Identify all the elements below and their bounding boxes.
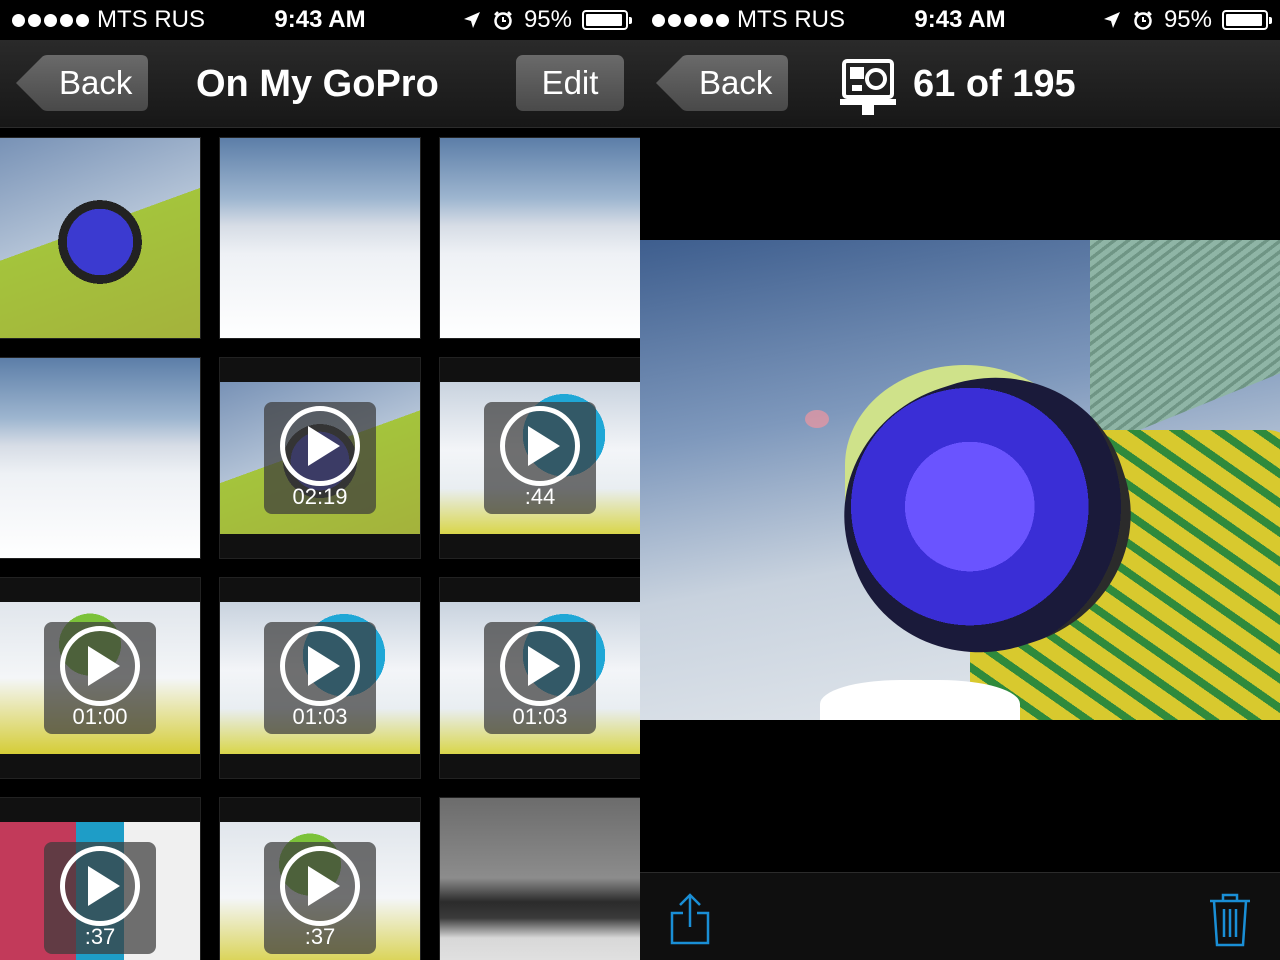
back-button-label: Back [59, 64, 133, 101]
edit-button[interactable]: Edit [516, 55, 624, 111]
play-badge: 01:00 [44, 622, 156, 734]
play-badge: 01:03 [264, 622, 376, 734]
bottom-toolbar [640, 872, 1280, 960]
lens-flare [805, 410, 829, 428]
photo-counter: 61 of 195 [913, 63, 1076, 105]
back-button[interactable]: Back [656, 55, 788, 111]
video-duration: 01:00 [72, 704, 128, 729]
navigation-bar: Back On My GoPro Edit [0, 40, 640, 128]
battery-icon [582, 10, 632, 30]
alarm-clock-icon [1134, 11, 1152, 30]
photo-thumbnail-image [0, 358, 200, 558]
play-icon [280, 406, 360, 486]
share-icon[interactable] [668, 891, 712, 947]
battery-percent: 95% [1163, 6, 1212, 33]
video-duration: :37 [84, 924, 116, 949]
trash-icon[interactable] [1208, 891, 1252, 947]
play-badge: :44 [484, 402, 596, 514]
navigation-bar: Back 61 of 195 [640, 40, 1280, 128]
play-icon [280, 626, 360, 706]
building-roof [1090, 240, 1280, 450]
play-badge: :37 [44, 842, 156, 954]
play-icon [500, 406, 580, 486]
carrier-name: MTS RUS [737, 6, 845, 33]
video-thumbnail[interactable]: 02:19 [219, 357, 421, 559]
video-thumbnail[interactable]: :44 [439, 357, 640, 559]
status-bar: MTS RUS 9:43 AM 95% [640, 0, 1280, 40]
alarm-clock-icon [494, 11, 512, 30]
battery-icon [1222, 10, 1272, 30]
snow-ground [820, 680, 1020, 720]
gopro-camera-icon [840, 59, 896, 115]
signal-strength-icon [12, 13, 89, 27]
media-thumbnail[interactable] [439, 137, 640, 339]
photo-thumbnail-image [0, 138, 200, 338]
video-thumbnail[interactable]: 01:00 [0, 577, 201, 779]
video-thumbnail[interactable]: :37 [0, 797, 201, 960]
play-icon [60, 846, 140, 926]
play-badge: :37 [264, 842, 376, 954]
media-thumbnail[interactable] [219, 137, 421, 339]
play-icon [500, 626, 580, 706]
media-grid: 02:19 :44 01:00 01:03 01:03:37:37 [0, 137, 640, 960]
video-duration: 01:03 [512, 704, 568, 729]
video-duration: :37 [304, 924, 336, 949]
video-duration: 01:03 [292, 704, 348, 729]
status-bar: MTS RUS 9:43 AM 95% [0, 0, 640, 40]
video-thumbnail[interactable]: 01:03 [219, 577, 421, 779]
gopro-library-screen: MTS RUS 9:43 AM 95% Back On My GoPro Edi… [0, 0, 640, 960]
back-button-label: Back [699, 64, 773, 101]
photo-thumbnail-image [440, 798, 640, 960]
video-duration: 02:19 [292, 484, 348, 509]
media-thumbnail[interactable] [0, 357, 201, 559]
play-badge: 02:19 [264, 402, 376, 514]
play-badge: 01:03 [484, 622, 596, 734]
back-button[interactable]: Back [16, 55, 148, 111]
photo-thumbnail-image [220, 138, 420, 338]
location-arrow-icon [463, 12, 480, 28]
photo-viewer-screen: MTS RUS 9:43 AM 95% Back 61 of 195 [640, 0, 1280, 960]
battery-percent: 95% [523, 6, 572, 33]
location-arrow-icon [1103, 12, 1120, 28]
play-icon [280, 846, 360, 926]
media-thumbnail[interactable] [0, 137, 201, 339]
play-icon [60, 626, 140, 706]
photo-thumbnail-image [440, 138, 640, 338]
photo-preview[interactable] [640, 240, 1280, 720]
video-thumbnail[interactable]: 01:03 [439, 577, 640, 779]
signal-strength-icon [652, 13, 729, 27]
video-thumbnail[interactable]: :37 [219, 797, 421, 960]
page-title: On My GoPro [196, 63, 439, 105]
carrier-name: MTS RUS [97, 6, 205, 33]
media-thumbnail[interactable] [439, 797, 640, 960]
video-duration: :44 [524, 484, 556, 509]
